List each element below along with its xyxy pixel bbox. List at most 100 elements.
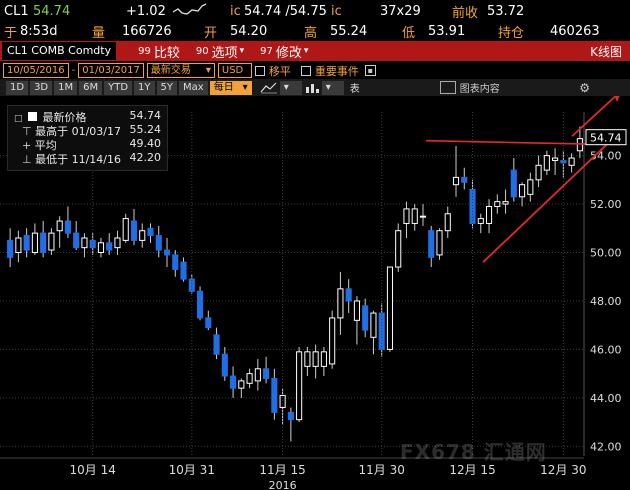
period-1m-button[interactable]: 1M — [54, 80, 78, 95]
legend-high-value: 55.24 — [129, 123, 162, 136]
period-5y-button[interactable]: 5Y — [156, 80, 178, 95]
chevron-down-icon: ▾ — [205, 65, 211, 76]
candle-body — [246, 373, 253, 384]
open-label: 开 — [204, 25, 218, 41]
start-date-field[interactable]: 10/05/2016 — [3, 63, 69, 78]
candle-body — [196, 290, 204, 319]
candle-body — [535, 164, 542, 181]
candle-body — [254, 368, 261, 382]
candle-body — [139, 230, 146, 241]
candle-body — [304, 351, 311, 367]
y-tick-label: 44.00 — [590, 392, 622, 405]
x-tick-label: 12月 15 — [449, 463, 495, 477]
candle-body — [205, 317, 212, 329]
x-tick-label: 10月 31 — [169, 463, 215, 477]
legend-avg-value: 49.40 — [129, 137, 162, 150]
y-tick-label: 48.00 — [590, 295, 622, 308]
high-label: 高 — [304, 25, 318, 41]
low-marker-icon: ⊥ — [22, 153, 32, 166]
bid-ask-size: 37x29 — [380, 3, 421, 19]
period-max-button[interactable]: Max — [179, 80, 208, 95]
candle-body — [370, 312, 377, 338]
x-tick-label: 10月 14 — [70, 463, 116, 477]
y-tick-label: 42.00 — [590, 440, 622, 453]
checked-square-icon[interactable]: ▪ — [364, 65, 376, 76]
compare-button[interactable]: 99 比较 — [130, 41, 188, 61]
edit-button[interactable]: 97 修改 ▾ — [252, 41, 316, 61]
chart-style-select[interactable]: ▾ — [279, 80, 302, 95]
edit-label: 修改 — [275, 45, 302, 61]
table-button[interactable]: 表 — [350, 80, 360, 95]
period-1d-button[interactable]: 1D — [6, 80, 29, 95]
candle-body — [296, 351, 303, 421]
candle-body — [81, 237, 88, 249]
legend-row-low: ⊥ 最低于 11/14/16 — [22, 151, 121, 167]
interval-select[interactable]: 每日 ▾ — [209, 80, 252, 95]
events-checkbox[interactable] — [300, 65, 311, 76]
chart-content-icon — [439, 81, 456, 94]
edit-number: 97 — [260, 45, 273, 57]
low-value: 53.91 — [428, 23, 466, 39]
x-tick-label: 11月 30 — [359, 463, 405, 477]
end-date-field[interactable]: 01/03/2017 — [78, 63, 144, 78]
interval-label: 每日 — [213, 81, 234, 93]
candle-body — [527, 179, 534, 195]
title-bar: CL1 COMB Comdty 99 比较 90 选项 ▾ 97 修改 ▾ K线… — [0, 41, 630, 61]
period-1y-button[interactable]: 1Y — [134, 80, 155, 95]
candle-body — [221, 353, 228, 377]
quote-row-2: 于 8:53d 量 166726 开 54.20 高 55.24 低 53.91… — [0, 22, 630, 40]
currency-select[interactable]: USD ▾ — [217, 63, 252, 79]
oi-value: 460263 — [550, 23, 600, 39]
period-3d-button[interactable]: 3D — [30, 80, 53, 95]
candle-body — [122, 218, 129, 241]
period-6m-button[interactable]: 6M — [79, 80, 103, 95]
line-chart-icon[interactable] — [260, 81, 278, 94]
bid-label: ic — [230, 3, 241, 19]
bar-style-select[interactable]: ▾ — [321, 80, 344, 95]
chevron-down-icon: ▾ — [325, 81, 331, 93]
candle-body — [428, 230, 435, 258]
candle-body — [238, 380, 245, 389]
candle-body — [329, 317, 336, 365]
date-toolbar: 10/05/2016 - 01/03/2017 最新交易 ▾ USD ▾ 移平 … — [0, 62, 630, 79]
candle-body — [230, 375, 237, 389]
bar-chart-icon[interactable] — [304, 81, 320, 94]
candle-body — [130, 220, 138, 241]
chevron-down-icon: ▾ — [242, 81, 248, 93]
y-tick-label: 52.00 — [590, 198, 622, 211]
price-mode-select[interactable]: 最新交易 ▾ — [146, 63, 215, 78]
move-avg-checkbox[interactable] — [254, 65, 265, 76]
security-name[interactable]: CL1 COMB Comdty — [2, 42, 117, 60]
chevron-down-icon: ▾ — [239, 46, 245, 56]
candle-body — [172, 254, 179, 270]
candle-body — [510, 169, 517, 198]
last-price-label: 54.74 — [590, 132, 622, 145]
time-prefix: 于 — [4, 25, 18, 41]
chevron-down-icon: ▾ — [283, 81, 289, 93]
prev-close-value: 53.72 — [487, 3, 525, 19]
candle-body — [31, 232, 38, 254]
compare-label: 比较 — [153, 45, 180, 61]
last-price: 54.74 — [33, 3, 71, 19]
compare-number: 99 — [138, 45, 151, 57]
candle-body — [320, 351, 327, 367]
legend-last-value: 54.74 — [129, 109, 162, 122]
options-button[interactable]: 90 选项 ▾ — [188, 41, 252, 61]
candle-body — [97, 242, 105, 254]
kline-chart-label[interactable]: K线图 — [590, 43, 622, 60]
candle-body — [395, 230, 402, 268]
candle-body — [155, 235, 162, 251]
chart-content-button[interactable]: 图表内容 — [460, 80, 500, 95]
candle-body — [494, 201, 501, 207]
ticker[interactable]: CL1 — [4, 4, 29, 19]
candle-body — [263, 368, 270, 379]
quote-row-1: CL1 54.74 +1.02 ic 54.74 /54.75 ic 37x29… — [0, 0, 630, 22]
bid-ask: 54.74 /54.75 — [244, 3, 327, 19]
volume-value: 166726 — [122, 23, 172, 39]
gear-icon[interactable]: ⚙ — [579, 81, 590, 95]
x-year-label: 2016 — [269, 479, 297, 490]
period-ytd-button[interactable]: YTD — [104, 80, 133, 95]
candle-body — [64, 220, 71, 234]
high-value: 55.24 — [330, 23, 368, 39]
candle-body — [180, 261, 187, 280]
